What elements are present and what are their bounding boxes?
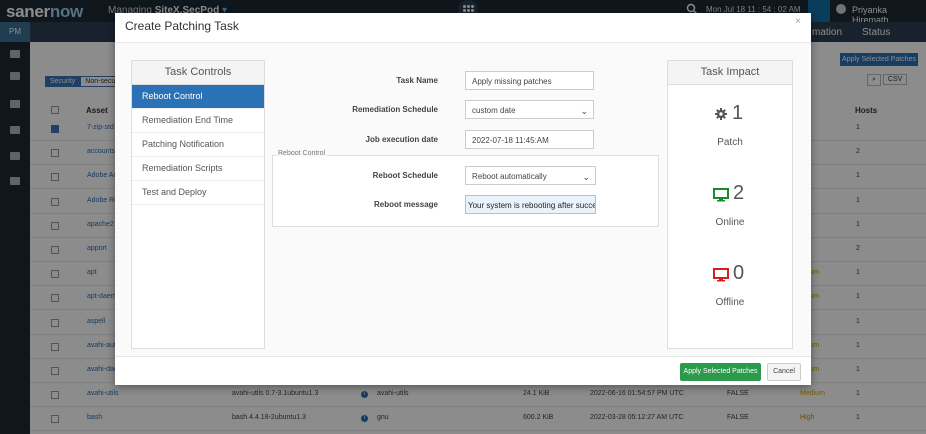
monitor-offline-icon <box>713 268 729 282</box>
reboot-control-legend: Reboot Control <box>276 150 328 157</box>
task-control-reboot-control[interactable]: Reboot Control <box>132 85 264 109</box>
job-execution-date-input[interactable]: 2022-07-18 11:45:AM <box>465 130 594 149</box>
task-controls-panel: Task Controls Reboot Control Remediation… <box>131 60 265 349</box>
remediation-schedule-label: Remediation Schedule <box>352 105 438 114</box>
patch-label: Patch <box>717 137 743 148</box>
task-control-remediation-scripts[interactable]: Remediation Scripts <box>132 157 264 181</box>
job-execution-date-label: Job execution date <box>365 135 438 144</box>
task-impact-heading: Task Impact <box>668 61 792 85</box>
task-controls-heading: Task Controls <box>132 61 264 85</box>
reboot-schedule-label: Reboot Schedule <box>372 171 438 180</box>
task-name-input[interactable]: Apply missing patches <box>465 71 594 90</box>
close-icon[interactable]: × <box>795 16 801 27</box>
chevron-down-icon: ⌄ <box>580 106 588 116</box>
chevron-down-icon: ⌄ <box>582 172 590 182</box>
reboot-message-label: Reboot message <box>373 200 438 209</box>
task-name-label: Task Name <box>396 76 438 85</box>
online-count: 2 <box>733 182 745 204</box>
offline-count: 0 <box>733 262 745 284</box>
gear-icon <box>715 108 727 120</box>
task-control-patching-notification[interactable]: Patching Notification <box>132 133 264 157</box>
dialog-title: Create Patching Task <box>125 19 239 33</box>
offline-label: Offline <box>715 297 745 308</box>
reboot-schedule-select[interactable]: Reboot automatically ⌄ <box>465 166 596 185</box>
create-patching-task-dialog: Create Patching Task × Task Controls Reb… <box>115 13 811 385</box>
task-impact-panel: Task Impact 1 Patch 2 Online 0 Offline <box>667 60 793 349</box>
remediation-schedule-select[interactable]: custom date ⌄ <box>465 100 594 119</box>
reboot-message-input[interactable]: Your system is rebooting after success <box>465 195 596 214</box>
online-label: Online <box>715 217 745 228</box>
task-control-remediation-end-time[interactable]: Remediation End Time <box>132 109 264 133</box>
patch-count: 1 <box>732 102 744 124</box>
monitor-online-icon <box>713 188 729 202</box>
reboot-schedule-value: Reboot automatically <box>472 172 547 181</box>
cancel-button[interactable]: Cancel <box>767 363 801 381</box>
task-control-test-and-deploy[interactable]: Test and Deploy <box>132 181 264 205</box>
remediation-schedule-value: custom date <box>472 106 516 115</box>
apply-selected-patches-button[interactable]: Apply Selected Patches <box>680 363 761 381</box>
